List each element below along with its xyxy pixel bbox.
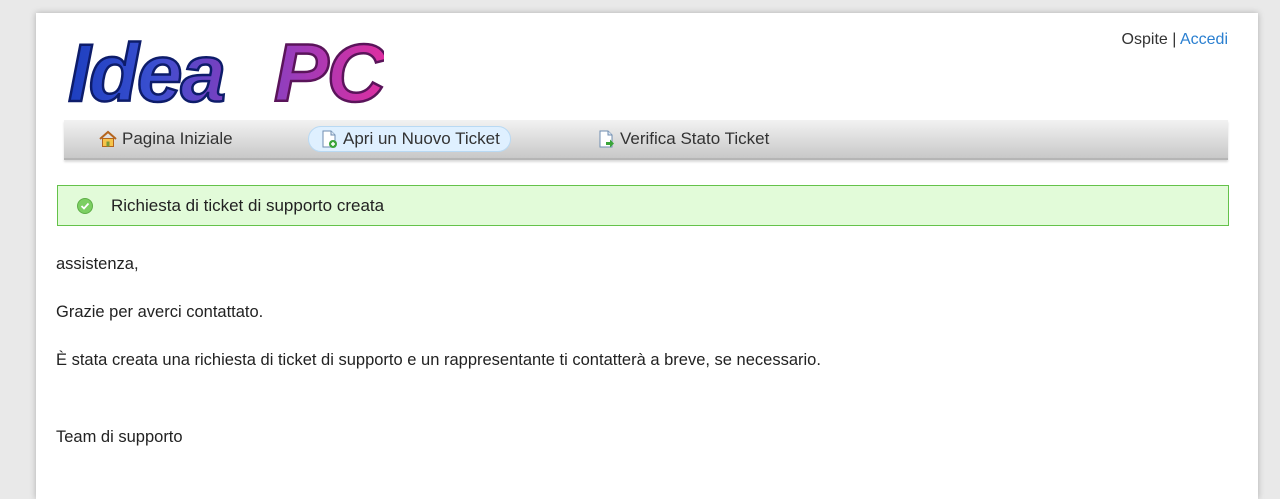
home-icon <box>99 130 117 147</box>
check-circle-icon <box>77 198 93 214</box>
main-nav: Pagina Iniziale Apri un Nuovo Ticket Ver… <box>64 120 1228 160</box>
thanks-text: Grazie per averci contattato. <box>56 303 264 321</box>
success-alert: Richiesta di ticket di supporto creata <box>57 185 1229 226</box>
nav-item-ticket-status[interactable]: Verifica Stato Ticket <box>586 126 779 152</box>
signature-text: Team di supporto <box>56 428 183 446</box>
nav-item-new-ticket[interactable]: Apri un Nuovo Ticket <box>308 126 511 152</box>
new-ticket-icon <box>322 130 337 148</box>
alert-message: Richiesta di ticket di supporto creata <box>111 196 385 215</box>
nav-item-label: Verifica Stato Ticket <box>620 129 770 148</box>
site-logo[interactable]: Idea PC <box>64 21 391 121</box>
login-link[interactable]: Accedi <box>1180 31 1228 48</box>
page-container: Idea PC Ospite | Accedi Pagina Iniziale <box>36 13 1258 499</box>
nav-item-label: Apri un Nuovo Ticket <box>343 129 500 148</box>
user-separator: | <box>1172 31 1177 48</box>
nav-item-home[interactable]: Pagina Iniziale <box>88 126 243 152</box>
confirmation-text: È stata creata una richiesta di ticket d… <box>56 351 821 369</box>
logo-text-idea: Idea <box>68 28 224 117</box>
greeting-text: assistenza, <box>56 255 139 273</box>
user-area: Ospite | Accedi <box>1122 31 1228 49</box>
guest-label: Ospite <box>1121 31 1168 48</box>
ticket-status-icon <box>599 130 614 148</box>
nav-item-label: Pagina Iniziale <box>122 129 233 148</box>
logo-text-pc: PC <box>274 28 384 117</box>
